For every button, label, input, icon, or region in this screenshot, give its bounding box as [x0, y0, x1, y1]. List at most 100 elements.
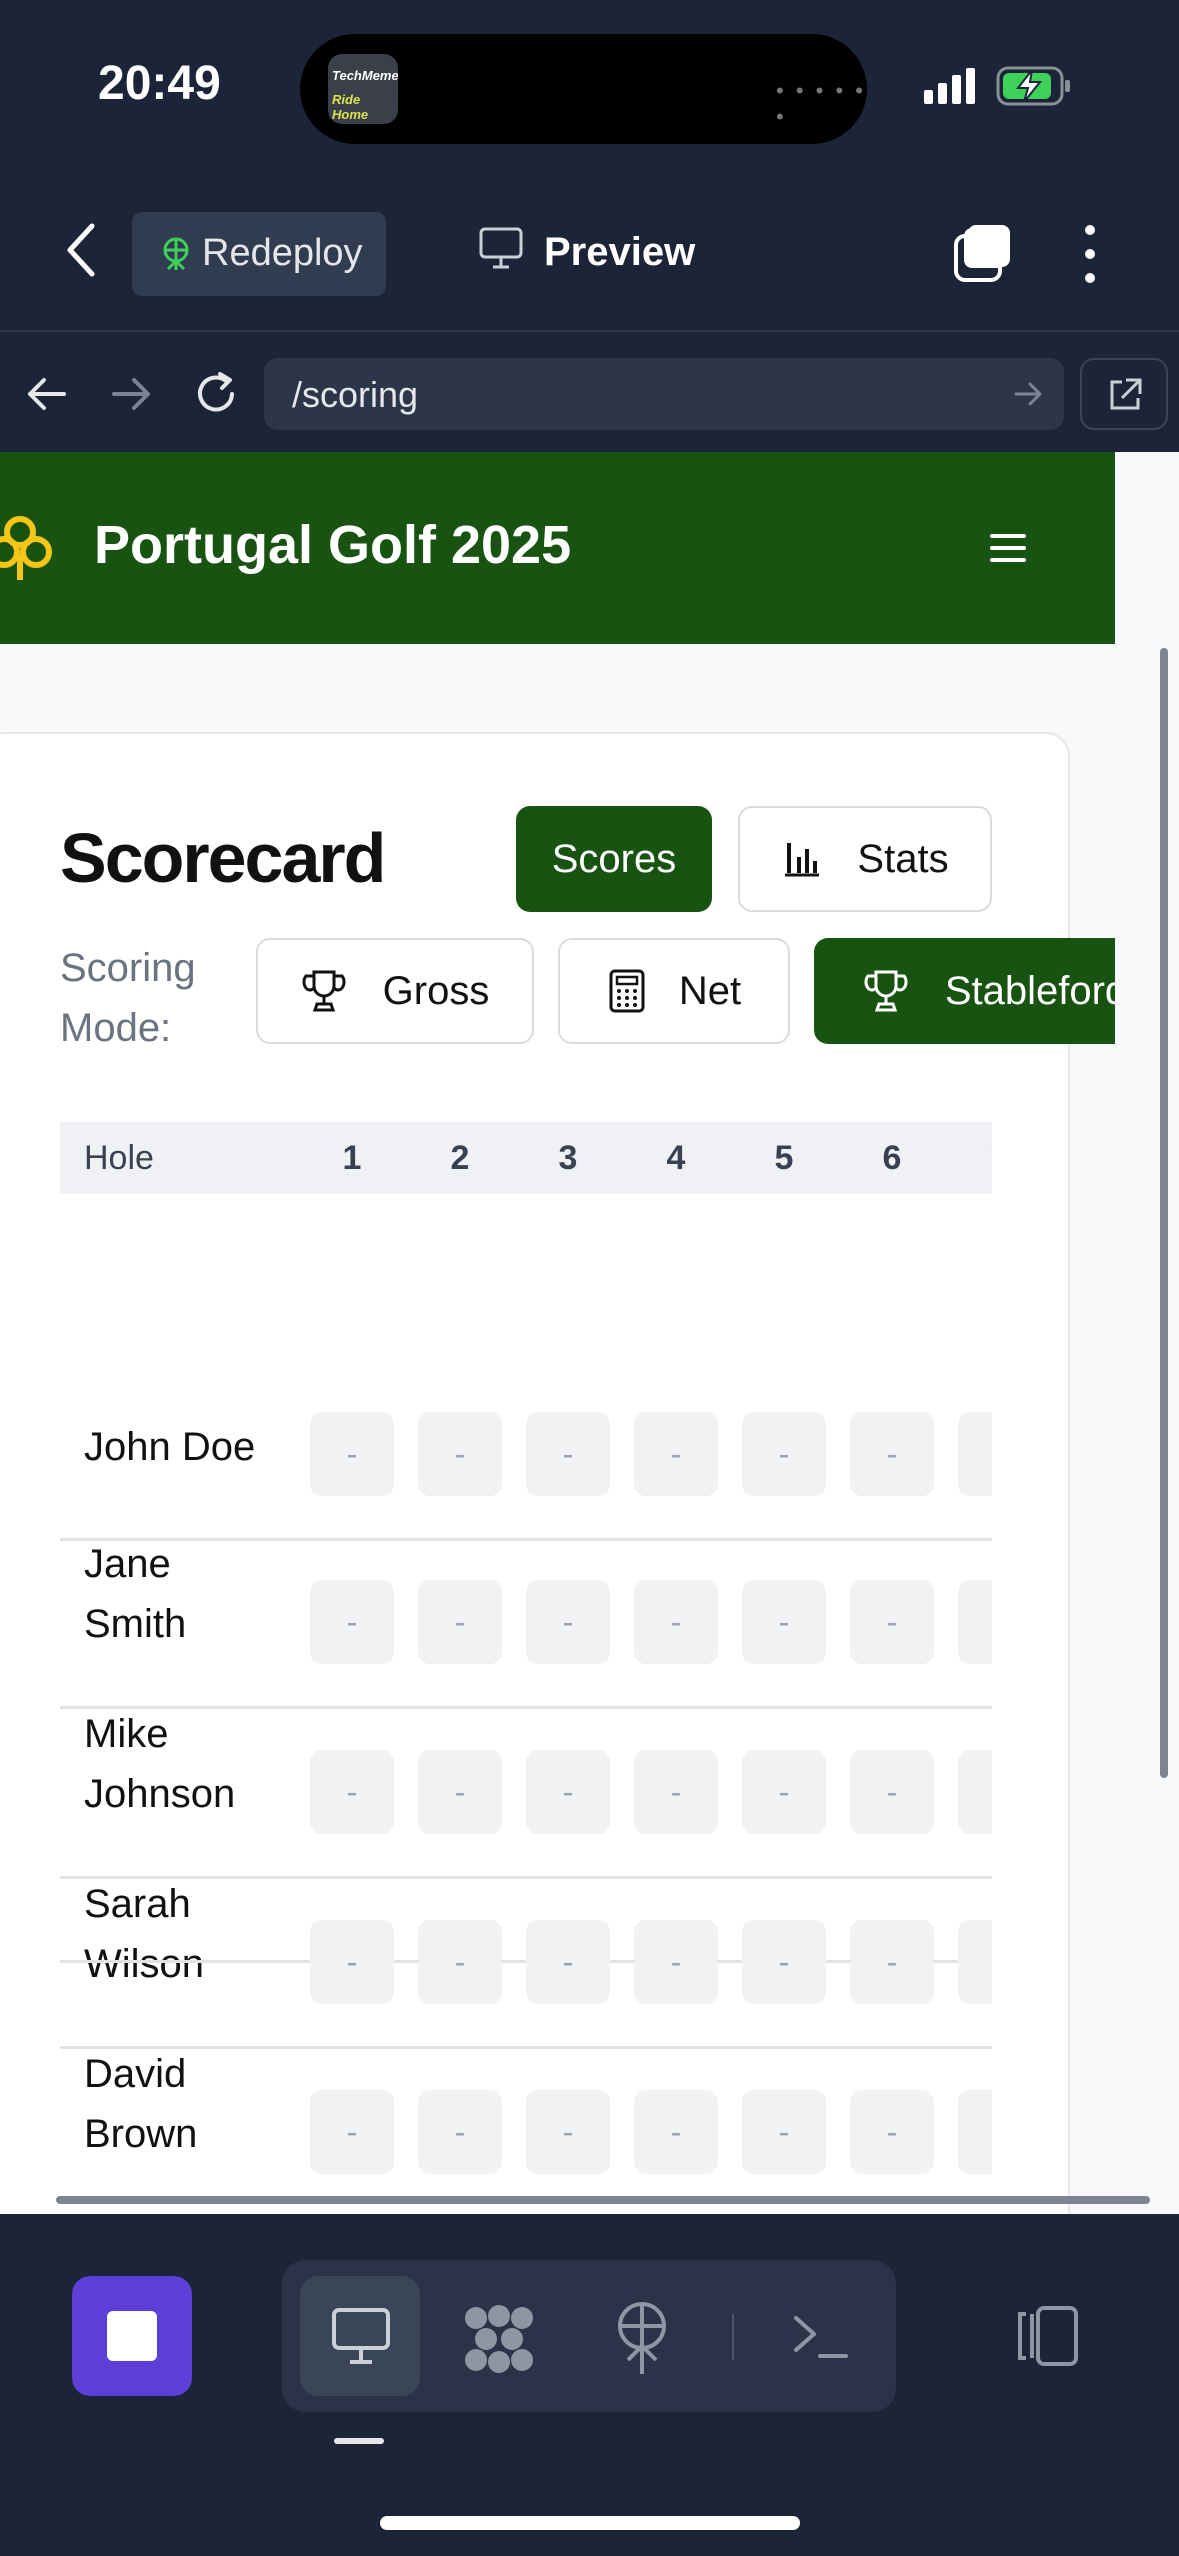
- dynamic-island: TechMeme Ride Home • • • • • •: [300, 34, 867, 144]
- monitor-icon: [332, 2308, 390, 2364]
- terminal-icon[interactable]: [790, 2310, 850, 2362]
- player-name-line: Brown: [84, 2112, 198, 2156]
- score-cell[interactable]: -: [418, 1920, 502, 2004]
- bar-chart-icon: [785, 843, 820, 877]
- score-cell[interactable]: -: [634, 1412, 718, 1496]
- hole-number: 4: [666, 1139, 686, 1177]
- score-cell[interactable]: -: [850, 1580, 934, 1664]
- external-link-icon: [1110, 378, 1142, 410]
- score-cell[interactable]: -: [310, 1750, 394, 1834]
- hole-number: 6: [882, 1139, 902, 1177]
- mode-net-button[interactable]: Net: [558, 938, 790, 1044]
- home-indicator: [380, 2516, 800, 2530]
- player-name: David Brown: [84, 2044, 197, 2164]
- score-cell[interactable]: -: [634, 1750, 718, 1834]
- player-name-line: Smith: [84, 1602, 187, 1646]
- mode-stableford-label: Stableford: [944, 968, 1128, 1013]
- more-options-icon[interactable]: [1072, 222, 1108, 286]
- score-cell[interactable]: -: [958, 1580, 992, 1664]
- panel-toggle-icon[interactable]: [1010, 2304, 1082, 2368]
- web-viewport[interactable]: ▀▀▀▀ ▀▀▀▀▀▀▀ ▀▀▀▀ ▀▀ ▀▀▀▀▀▀▀ Scorecard S…: [0, 452, 1179, 2214]
- battery-charging-icon: [996, 66, 1070, 106]
- signal-icon: [924, 68, 975, 104]
- deploy-icon[interactable]: [612, 2300, 672, 2376]
- player-name: Sarah Wilson: [84, 1874, 204, 1994]
- vertical-scrollbar[interactable]: [1160, 648, 1168, 1778]
- score-cell[interactable]: -: [418, 1580, 502, 1664]
- status-time: 20:49: [98, 57, 221, 110]
- score-cell[interactable]: -: [850, 1920, 934, 2004]
- score-cell[interactable]: -: [634, 1580, 718, 1664]
- preview-button[interactable]: Preview: [478, 226, 695, 275]
- score-cell[interactable]: -: [418, 1412, 502, 1496]
- back-icon[interactable]: [62, 220, 102, 280]
- score-cell[interactable]: -: [310, 1920, 394, 2004]
- row-divider: [60, 1706, 992, 1709]
- score-cell[interactable]: -: [310, 1580, 394, 1664]
- hole-number: 7: [958, 1122, 992, 1194]
- score-cell[interactable]: -: [634, 2090, 718, 2174]
- score-cell[interactable]: -: [526, 1580, 610, 1664]
- score-cell[interactable]: -: [634, 1920, 718, 2004]
- score-cell[interactable]: -: [310, 2090, 394, 2174]
- nav-forward-icon[interactable]: [110, 374, 154, 414]
- separator: [732, 2314, 734, 2360]
- player-name: Jane Smith: [84, 1534, 186, 1654]
- redeploy-icon: [163, 237, 189, 271]
- artwork-text-bottom: Ride Home: [332, 92, 369, 122]
- mode-gross-button[interactable]: Gross: [256, 938, 534, 1044]
- score-cell[interactable]: -: [958, 2090, 992, 2174]
- stats-button[interactable]: Stats: [738, 806, 992, 912]
- clipped-text-remnant: ▀▀▀▀ ▀▀▀▀▀▀▀ ▀▀▀▀ ▀▀ ▀▀▀▀▀▀▀: [0, 644, 1000, 656]
- go-arrow-icon[interactable]: [1014, 380, 1044, 408]
- player-name-line: John Doe: [84, 1425, 256, 1469]
- hole-number: 2: [450, 1139, 470, 1177]
- trophy-icon: [864, 970, 908, 1012]
- open-external-button[interactable]: [1080, 358, 1168, 430]
- redeploy-button[interactable]: Redeploy: [132, 212, 386, 296]
- score-cell[interactable]: -: [742, 1920, 826, 2004]
- player-name-line: Wilson: [84, 1942, 205, 1986]
- waveform-icon: • • • • • •: [776, 78, 866, 129]
- score-cell[interactable]: -: [526, 1412, 610, 1496]
- score-cell[interactable]: -: [742, 2090, 826, 2174]
- score-cell[interactable]: -: [742, 1580, 826, 1664]
- score-cell[interactable]: -: [526, 1750, 610, 1834]
- hamburger-menu-icon[interactable]: [990, 532, 1026, 564]
- redeploy-label: Redeploy: [202, 232, 363, 274]
- url-input[interactable]: /scoring: [264, 358, 1064, 430]
- workspace-icon[interactable]: [462, 2304, 536, 2374]
- player-name-line: Mike: [84, 1712, 169, 1756]
- score-cell[interactable]: -: [742, 1750, 826, 1834]
- hole-header: Hole: [84, 1139, 154, 1177]
- score-cell[interactable]: -: [850, 1412, 934, 1496]
- preview-tab[interactable]: [300, 2276, 420, 2396]
- monitor-icon: [479, 227, 523, 269]
- score-cell[interactable]: -: [526, 2090, 610, 2174]
- bottom-toolbar: [0, 2214, 1179, 2556]
- score-cell[interactable]: -: [958, 1920, 992, 2004]
- horizontal-scrollbar[interactable]: [56, 2196, 1150, 2204]
- nav-back-icon[interactable]: [24, 374, 68, 414]
- score-cell[interactable]: -: [850, 2090, 934, 2174]
- stop-button[interactable]: [72, 2276, 192, 2396]
- score-cell[interactable]: -: [526, 1920, 610, 2004]
- player-name-line: Jane: [84, 1542, 171, 1586]
- view-switcher: [282, 2260, 896, 2412]
- score-cell[interactable]: -: [418, 2090, 502, 2174]
- scores-button[interactable]: Scores: [516, 806, 712, 912]
- score-cell[interactable]: -: [958, 1412, 992, 1496]
- score-cell[interactable]: -: [742, 1412, 826, 1496]
- address-bar: /scoring: [0, 330, 1179, 454]
- url-text: /scoring: [292, 374, 419, 415]
- reload-icon[interactable]: [192, 370, 240, 418]
- player-name-line: Sarah: [84, 1882, 191, 1926]
- score-cell[interactable]: -: [850, 1750, 934, 1834]
- app-header: Portugal Golf 2025: [0, 452, 1115, 644]
- scoring-mode-label: Scoring Mode:: [60, 938, 196, 1058]
- club-icon: [0, 516, 52, 580]
- score-cell[interactable]: -: [958, 1750, 992, 1834]
- score-cell[interactable]: -: [418, 1750, 502, 1834]
- tabs-icon[interactable]: [952, 222, 1014, 284]
- score-cell[interactable]: -: [310, 1412, 394, 1496]
